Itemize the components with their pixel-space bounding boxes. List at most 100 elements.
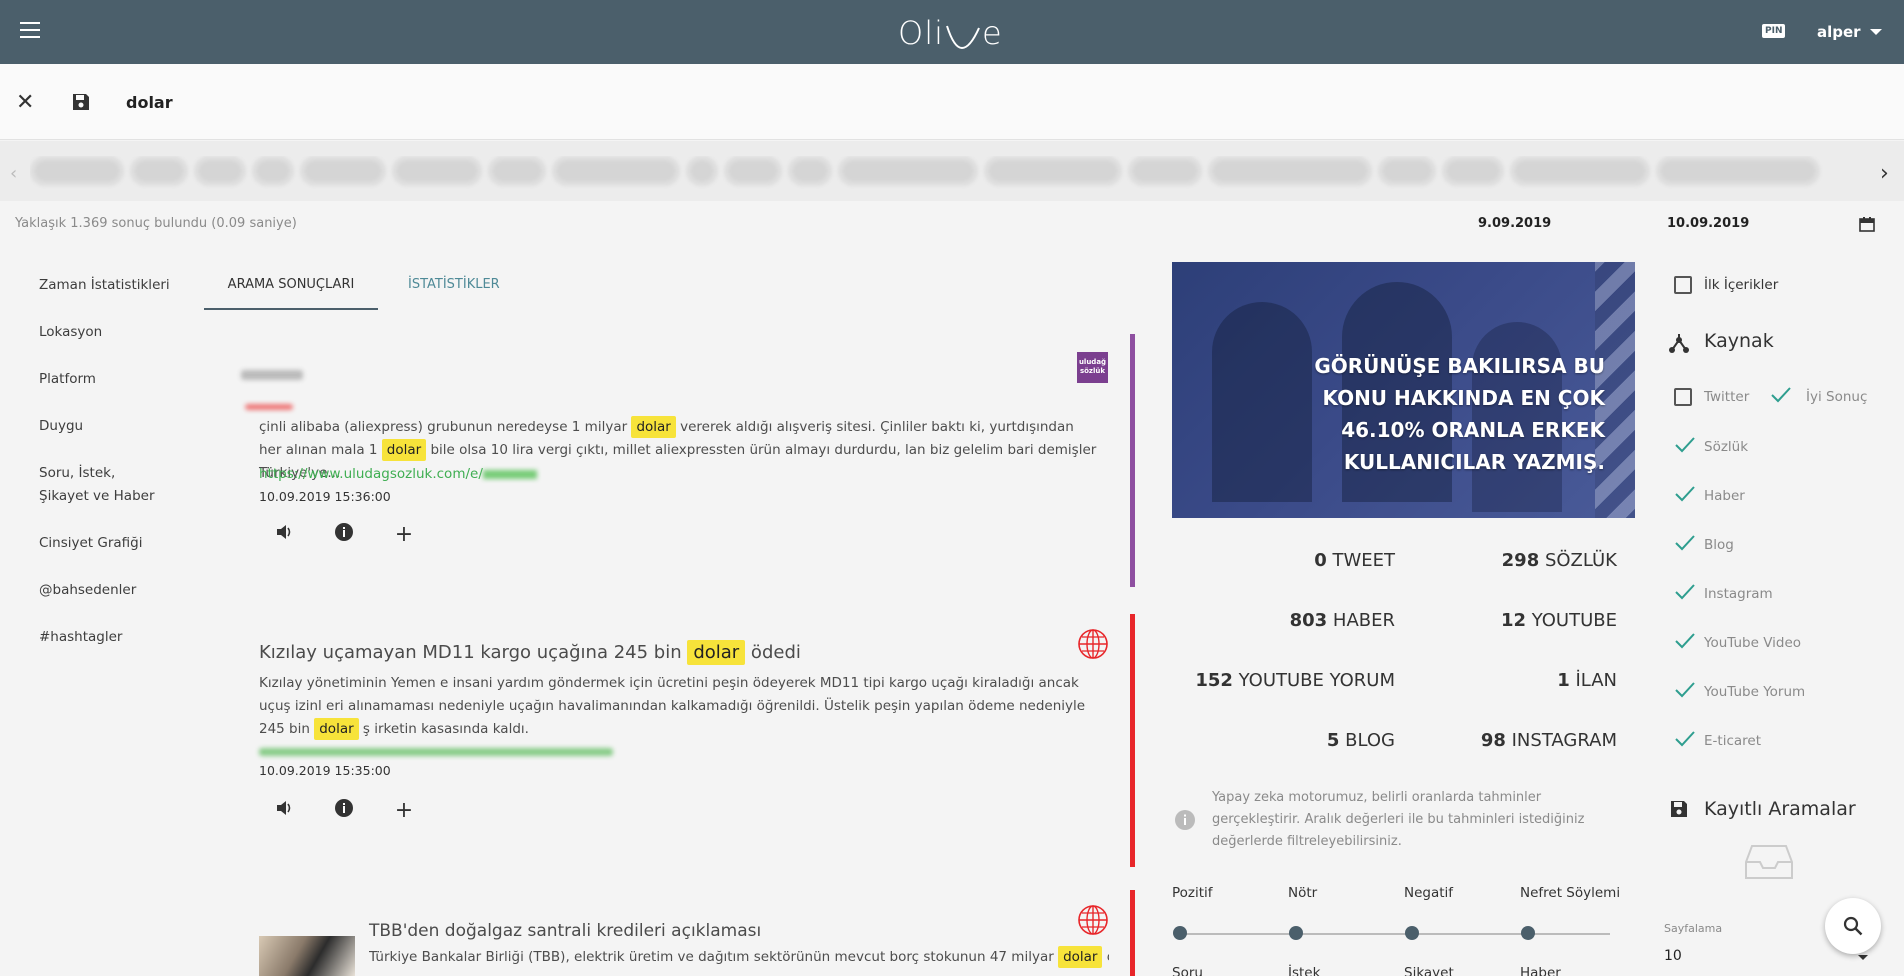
tag-chip[interactable] (1128, 156, 1202, 186)
plus-icon[interactable]: + (389, 522, 419, 552)
checkbox[interactable] (1674, 276, 1692, 294)
search-bar: ✕ dolar (0, 64, 1904, 140)
tag-list (30, 156, 1870, 190)
result-accent-bar (1130, 334, 1135, 587)
tag-chip[interactable] (984, 156, 1122, 186)
check-icon[interactable] (1674, 632, 1696, 650)
nav-item-hashtags[interactable]: #hashtagler (39, 626, 199, 649)
info-icon (1174, 809, 1196, 835)
chevron-down-icon[interactable] (1870, 29, 1882, 35)
tag-chip[interactable] (838, 156, 978, 186)
keyword-highlight: dolar (1058, 946, 1103, 968)
speaker-icon[interactable] (269, 522, 299, 552)
slider-handle[interactable] (1521, 926, 1535, 940)
stat-haber[interactable]: 803 HABER (1290, 610, 1395, 631)
check-icon[interactable] (1674, 583, 1696, 601)
tag-chip[interactable] (788, 156, 832, 186)
tab-statistics[interactable]: İSTATİSTİKLER (408, 270, 518, 310)
slider-handle[interactable] (1405, 926, 1419, 940)
info-bar: Yaklaşık 1.369 sonuç bulundu (0.09 saniy… (0, 205, 1904, 245)
insight-banner: GÖRÜNÜŞE BAKILIRSA BU KONU HAKKINDA EN Ç… (1172, 262, 1635, 518)
check-icon[interactable] (1770, 386, 1792, 404)
nav-item-platform[interactable]: Platform (39, 368, 199, 391)
info-icon[interactable] (329, 798, 359, 828)
slider-handle[interactable] (1289, 926, 1303, 940)
check-icon[interactable] (1674, 730, 1696, 748)
tag-chip[interactable] (194, 156, 246, 186)
check-icon[interactable] (1674, 436, 1696, 454)
result-url[interactable]: https://www.uludagsozluk.com/e/ (259, 463, 537, 485)
tag-chip[interactable] (252, 156, 294, 186)
pin-badge[interactable]: PIN (1762, 24, 1786, 38)
result-title[interactable]: Kızılay uçamayan MD11 kargo uçağına 245 … (259, 638, 1079, 668)
user-name[interactable]: alper (1817, 23, 1861, 41)
chevron-down-icon[interactable] (1858, 955, 1868, 960)
chevron-left-icon[interactable]: ‹ (10, 163, 17, 184)
tag-chip[interactable] (392, 156, 482, 186)
tag-chip[interactable] (488, 156, 546, 186)
tag-chip[interactable] (300, 156, 386, 186)
tag-chip[interactable] (1510, 156, 1650, 186)
top-bar: Oli e PIN alper (0, 0, 1904, 64)
stat-youtube[interactable]: 12 YOUTUBE (1501, 610, 1617, 631)
tab-search-results[interactable]: ARAMA SONUÇLARI (204, 270, 378, 310)
stat-sozluk[interactable]: 298 SÖZLÜK (1502, 550, 1617, 571)
tag-chip[interactable] (130, 156, 188, 186)
nav-item-sentiment[interactable]: Duygu (39, 415, 199, 438)
result-text: Kızılay yönetiminin Yemen e insani yardı… (259, 672, 1109, 741)
tag-chip[interactable] (724, 156, 782, 186)
tag-chip[interactable] (30, 156, 124, 186)
saved-searches-title: Kayıtlı Aramalar (1704, 798, 1856, 820)
tag-chip[interactable] (1656, 156, 1820, 186)
globe-icon (1077, 628, 1108, 659)
date-start[interactable]: 9.09.2019 (1478, 216, 1551, 231)
result-thumbnail[interactable] (259, 936, 355, 976)
tag-chip[interactable] (1442, 156, 1504, 186)
keyword-highlight: dolar (381, 439, 427, 461)
stat-tweet[interactable]: 0 TWEET (1314, 550, 1395, 571)
check-icon[interactable] (1674, 534, 1696, 552)
stat-blog[interactable]: 5 BLOG (1327, 730, 1395, 751)
pagination-select[interactable]: 10 (1664, 948, 1682, 964)
save-icon[interactable] (72, 93, 90, 115)
result-actions: + (269, 522, 469, 552)
stat-youtube-yorum[interactable]: 152 YOUTUBE YORUM (1195, 670, 1395, 691)
tag-chip[interactable] (552, 156, 680, 186)
nav-item-time-stats[interactable]: Zaman İstatistikleri (39, 274, 199, 297)
stat-ilan[interactable]: 1 İLAN (1557, 670, 1617, 691)
source-icon (1668, 332, 1690, 358)
check-icon[interactable] (1674, 681, 1696, 699)
sentiment-label: Nötr (1288, 885, 1318, 901)
stat-instagram[interactable]: 98 INSTAGRAM (1481, 730, 1617, 751)
inbox-empty-icon (1744, 844, 1794, 884)
date-end[interactable]: 10.09.2019 (1667, 216, 1749, 231)
search-input[interactable]: dolar (126, 93, 173, 112)
insight-text: GÖRÜNÜŞE BAKILIRSA BU KONU HAKKINDA EN Ç… (1314, 354, 1605, 474)
nav-item-location[interactable]: Lokasyon (39, 321, 199, 344)
slider-handle[interactable] (1173, 926, 1187, 940)
close-icon[interactable]: ✕ (16, 92, 34, 114)
result-url[interactable] (259, 748, 613, 756)
result-card: Kızılay uçamayan MD11 kargo uçağına 245 … (247, 614, 1135, 867)
result-author-sub (245, 404, 293, 410)
nav-item-question-request[interactable]: Soru, İstek, Şikayet ve Haber (39, 462, 169, 508)
sentiment-label: Pozitif (1172, 885, 1213, 901)
tag-chip[interactable] (1378, 156, 1436, 186)
info-icon[interactable] (329, 522, 359, 552)
nav-item-mentions[interactable]: @bahsedenler (39, 579, 199, 602)
search-fab[interactable] (1825, 898, 1881, 954)
speaker-icon[interactable] (269, 798, 299, 828)
tag-chip[interactable] (1208, 156, 1372, 186)
result-author (241, 370, 303, 380)
checkbox[interactable] (1674, 388, 1692, 406)
check-icon[interactable] (1674, 485, 1696, 503)
menu-icon[interactable] (20, 22, 40, 38)
tag-chip[interactable] (686, 156, 718, 186)
logo[interactable]: Oli e (898, 14, 1003, 52)
result-title[interactable]: TBB'den doğalgaz santrali kredileri açık… (369, 916, 761, 946)
nav-item-gender-chart[interactable]: Cinsiyet Grafiği (39, 532, 199, 555)
plus-icon[interactable]: + (389, 798, 419, 828)
chevron-right-icon[interactable]: › (1880, 161, 1889, 186)
calendar-icon[interactable] (1859, 216, 1875, 236)
search-icon (1843, 916, 1863, 936)
